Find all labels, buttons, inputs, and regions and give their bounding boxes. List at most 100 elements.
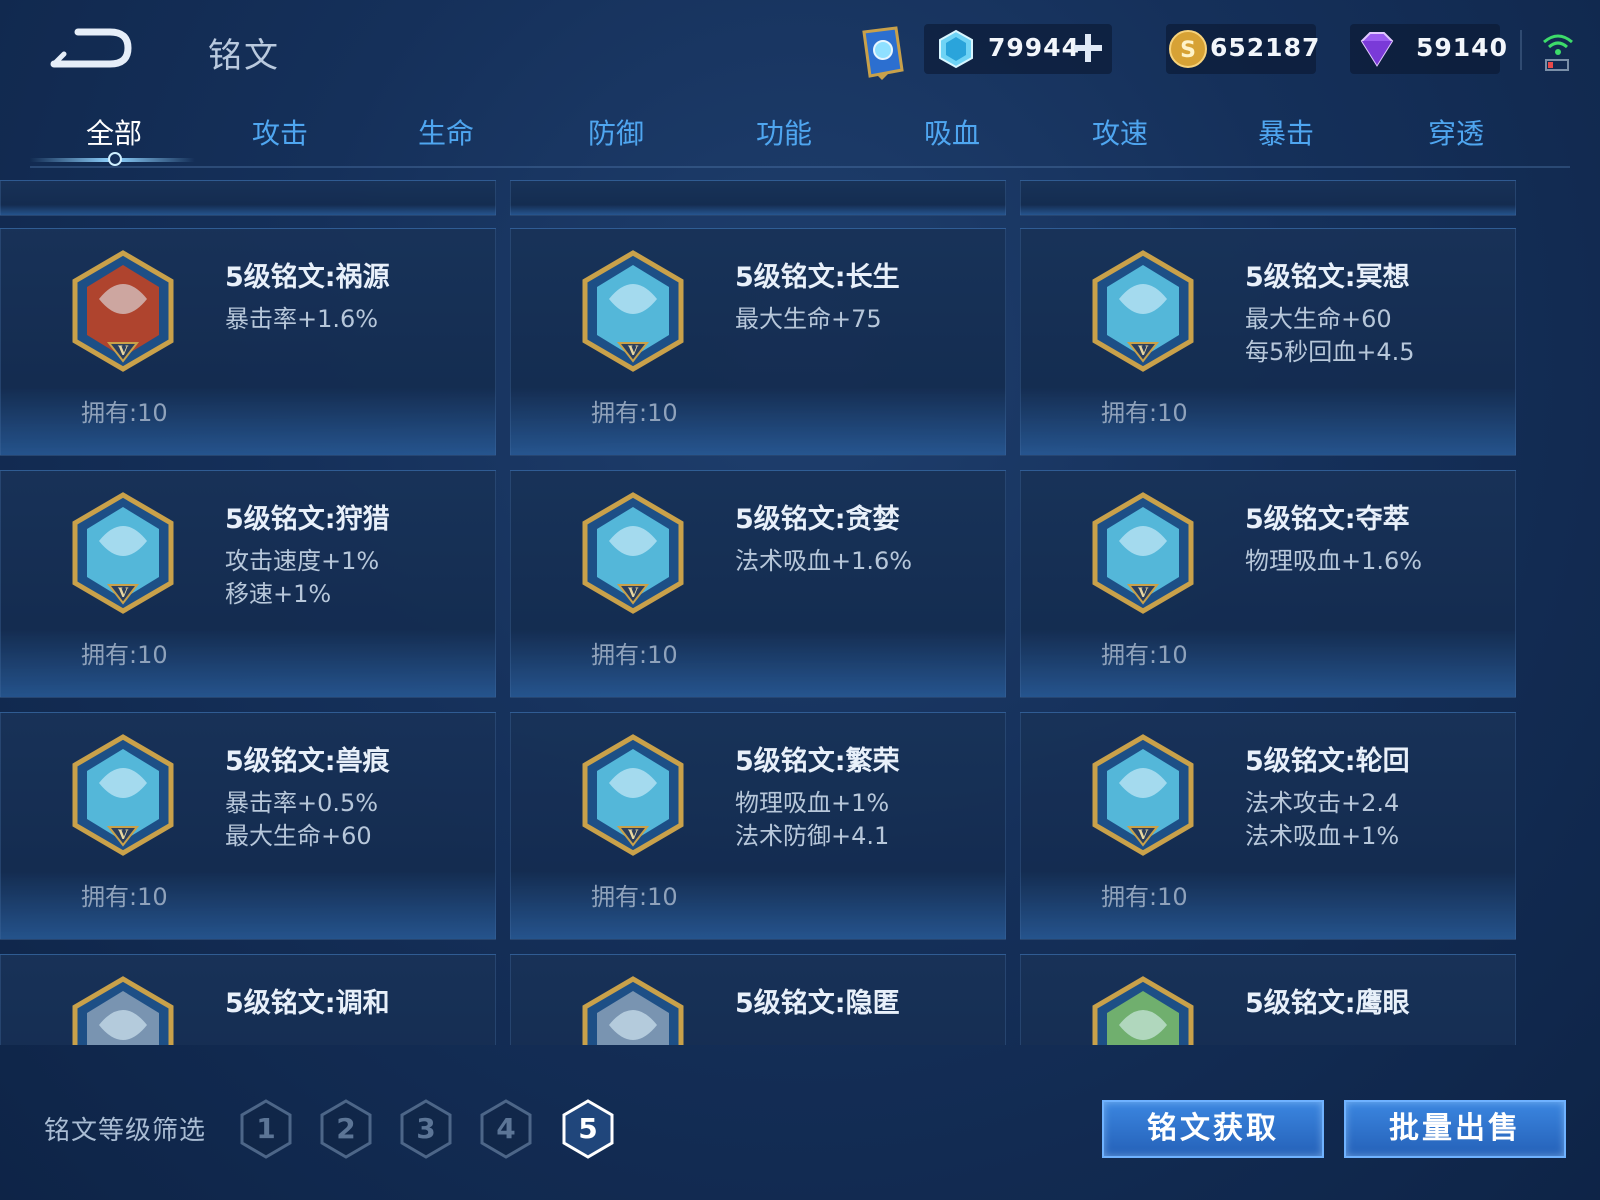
inscription-stat: 最大生命+60 [1245,305,1392,333]
inscription-name: 5级铭文:隐匿 [735,988,900,1019]
top-bar: 铭文 79944 S 652187 59140 [0,0,1600,100]
inscription-card[interactable]: V 5级铭文:轮回 法术攻击+2.4 法术吸血+1% 拥有:10 [1020,712,1516,940]
tab-attack-speed[interactable]: 攻速 [1050,112,1190,152]
active-tab-dot [108,152,122,166]
owned-count: 拥有:10 [1101,883,1188,911]
diamond-icon [936,29,976,69]
inscription-name: 5级铭文:狩猎 [225,504,390,535]
level-filter-5[interactable]: 5 [560,1098,616,1160]
inscription-name: 5级铭文:调和 [225,988,390,1019]
svg-text:V: V [627,586,639,601]
inscription-name: 5级铭文:祸源 [225,262,390,293]
batch-sell-button[interactable]: 批量出售 [1344,1100,1566,1158]
inscription-emblem-icon: V [579,491,687,615]
inscription-emblem-icon: V [1089,733,1197,857]
svg-text:S: S [1180,38,1196,63]
inscription-card[interactable]: V 5级铭文:兽痕 暴击率+0.5% 最大生命+60 拥有:10 [0,712,496,940]
inscription-stat: 最大生命+75 [735,305,882,333]
inscription-stat: 法术攻击+2.4 [1245,789,1400,817]
back-arrow-icon[interactable] [48,24,132,70]
tab-utility[interactable]: 功能 [714,112,854,152]
level-filter-3[interactable]: 3 [398,1098,454,1160]
inscription-stat: 暴击率+0.5% [225,789,379,817]
inscription-name: 5级铭文:冥想 [1245,262,1410,293]
inscription-stat: 每5秒回血+4.5 [1245,338,1415,366]
level-number: 4 [496,1112,516,1145]
inscription-card[interactable]: V 5级铭文:夺萃 物理吸血+1.6% 拥有:10 [1020,470,1516,698]
owned-count: 拥有:10 [591,883,678,911]
inscription-card[interactable]: V 5级铭文:狩猎 攻击速度+1% 移速+1% 拥有:10 [0,470,496,698]
level-number: 3 [416,1112,436,1145]
inscription-card[interactable]: V 5级铭文:祸源 暴击率+1.6% 拥有:10 [0,228,496,456]
inscription-card[interactable]: V 5级铭文:长生 最大生命+75 拥有:10 [510,228,1006,456]
inscription-card[interactable]: V 5级铭文:隐匿 [510,954,1006,1045]
level-filter-label: 铭文等级筛选 [44,1116,207,1146]
inscription-name: 5级铭文:夺萃 [1245,504,1410,535]
inscription-emblem-icon: V [579,249,687,373]
svg-text:V: V [117,344,129,359]
tab-health[interactable]: 生命 [376,112,516,152]
inscription-name: 5级铭文:长生 [735,262,900,293]
tab-penetration[interactable]: 穿透 [1386,112,1526,152]
owned-count: 拥有:10 [1101,399,1188,427]
inscription-stat: 移速+1% [225,580,332,608]
level-filter-1[interactable]: 1 [238,1098,294,1160]
inscription-stat: 最大生命+60 [225,822,372,850]
inscription-emblem-icon: V [1089,975,1197,1045]
inscription-stat: 物理吸血+1.6% [1245,547,1423,575]
inscription-emblem-icon: V [69,733,177,857]
inscription-card[interactable]: V 5级铭文:贪婪 法术吸血+1.6% 拥有:10 [510,470,1006,698]
inscription-stat: 法术吸血+1.6% [735,547,913,575]
inscription-name: 5级铭文:鹰眼 [1245,988,1410,1019]
inscription-emblem-icon: V [1089,249,1197,373]
owned-count: 拥有:10 [591,641,678,669]
inscription-emblem-icon: V [69,975,177,1045]
inscription-card[interactable]: V 5级铭文:冥想 最大生命+60 每5秒回血+4.5 拥有:10 [1020,228,1516,456]
inscription-emblem-icon: V [579,733,687,857]
inscription-name: 5级铭文:繁荣 [735,746,900,777]
svg-text:V: V [117,828,129,843]
gold-count: 652187 [1210,33,1321,62]
tab-lifesteal[interactable]: 吸血 [882,112,1022,152]
gem-resource: 59140 [1350,24,1507,74]
inscription-card[interactable]: V 5级铭文:鹰眼 [1020,954,1516,1045]
purple-gem-icon [1354,29,1394,69]
inscription-emblem-icon: V [579,975,687,1045]
inscription-card-partial[interactable] [0,180,496,216]
gold-resource: S 652187 [1166,24,1319,74]
svg-text:V: V [627,344,639,359]
acquire-inscription-button[interactable]: 铭文获取 [1102,1100,1324,1158]
inscription-card-partial[interactable] [1020,180,1516,216]
inscription-card[interactable]: V 5级铭文:繁荣 物理吸血+1% 法术防御+4.1 拥有:10 [510,712,1006,940]
inscription-card-partial[interactable] [510,180,1006,216]
level-filter-2[interactable]: 2 [318,1098,374,1160]
inscription-stat: 法术吸血+1% [1245,822,1400,850]
svg-text:V: V [627,828,639,843]
add-diamond-button[interactable] [1072,32,1104,64]
owned-count: 拥有:10 [1101,641,1188,669]
inscription-stat: 物理吸血+1% [735,789,890,817]
page-title: 铭文 [208,36,280,76]
inscription-name: 5级铭文:贪婪 [735,504,900,535]
svg-text:V: V [117,586,129,601]
svg-text:V: V [1137,586,1149,601]
tab-attack[interactable]: 攻击 [210,112,350,152]
inscription-emblem-icon: V [69,249,177,373]
svg-text:V: V [1137,828,1149,843]
tab-all[interactable]: 全部 [44,112,184,152]
codex-book-icon[interactable] [852,22,912,82]
wifi-battery-icon [1538,30,1578,72]
level-number: 2 [336,1112,356,1145]
inscription-card[interactable]: V 5级铭文:调和 [0,954,496,1045]
inscription-name: 5级铭文:轮回 [1245,746,1410,777]
tab-critical[interactable]: 暴击 [1216,112,1356,152]
level-number: 5 [578,1112,598,1145]
diamond-resource: 79944 [924,24,1112,74]
owned-count: 拥有:10 [81,641,168,669]
inscription-grid[interactable]: V 5级铭文:祸源 暴击率+1.6% 拥有:10 V 5级铭文:长生 最大生命+75 拥有:1… [0,180,1520,1045]
level-filter-4[interactable]: 4 [478,1098,534,1160]
tab-defense[interactable]: 防御 [546,112,686,152]
diamond-count: 79944 [988,33,1080,62]
inscription-stat: 攻击速度+1% [225,547,380,575]
svg-text:V: V [1137,344,1149,359]
